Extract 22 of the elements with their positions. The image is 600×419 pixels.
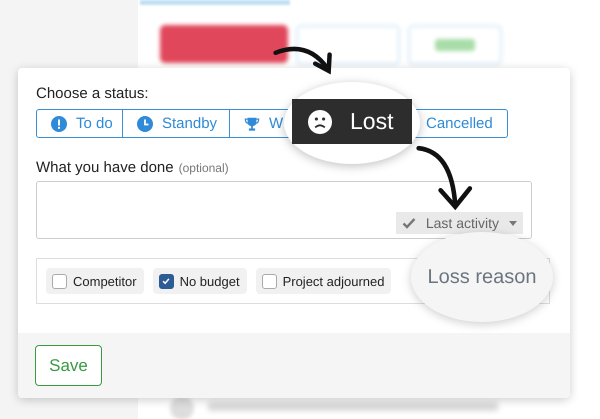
activity-type-dropdown[interactable]: Last activity <box>396 212 523 234</box>
caret-icon <box>509 220 517 226</box>
sad-face-icon <box>308 110 332 134</box>
reason-option[interactable]: Project adjourned <box>256 268 392 294</box>
optional-hint: (optional) <box>178 161 229 175</box>
checkbox[interactable] <box>158 274 174 288</box>
checkbox[interactable] <box>262 274 277 288</box>
check-icon <box>161 276 172 286</box>
trophy-icon <box>244 116 260 132</box>
clock-icon <box>137 116 153 132</box>
checkbox[interactable] <box>52 274 67 288</box>
check-icon <box>402 217 416 229</box>
reason-option[interactable]: Competitor <box>46 268 144 294</box>
save-button[interactable]: Save <box>35 345 102 386</box>
status-tab[interactable]: Lost <box>292 99 412 144</box>
alert-icon <box>51 116 67 132</box>
reason-option[interactable]: No budget <box>152 268 247 294</box>
status-prompt: Choose a status: <box>36 85 150 102</box>
notes-label: What you have done <box>36 159 174 176</box>
status-tab[interactable]: Standby <box>123 109 230 138</box>
loss-reason-title: Loss reason <box>428 266 536 288</box>
status-tab[interactable]: To do <box>36 109 123 138</box>
